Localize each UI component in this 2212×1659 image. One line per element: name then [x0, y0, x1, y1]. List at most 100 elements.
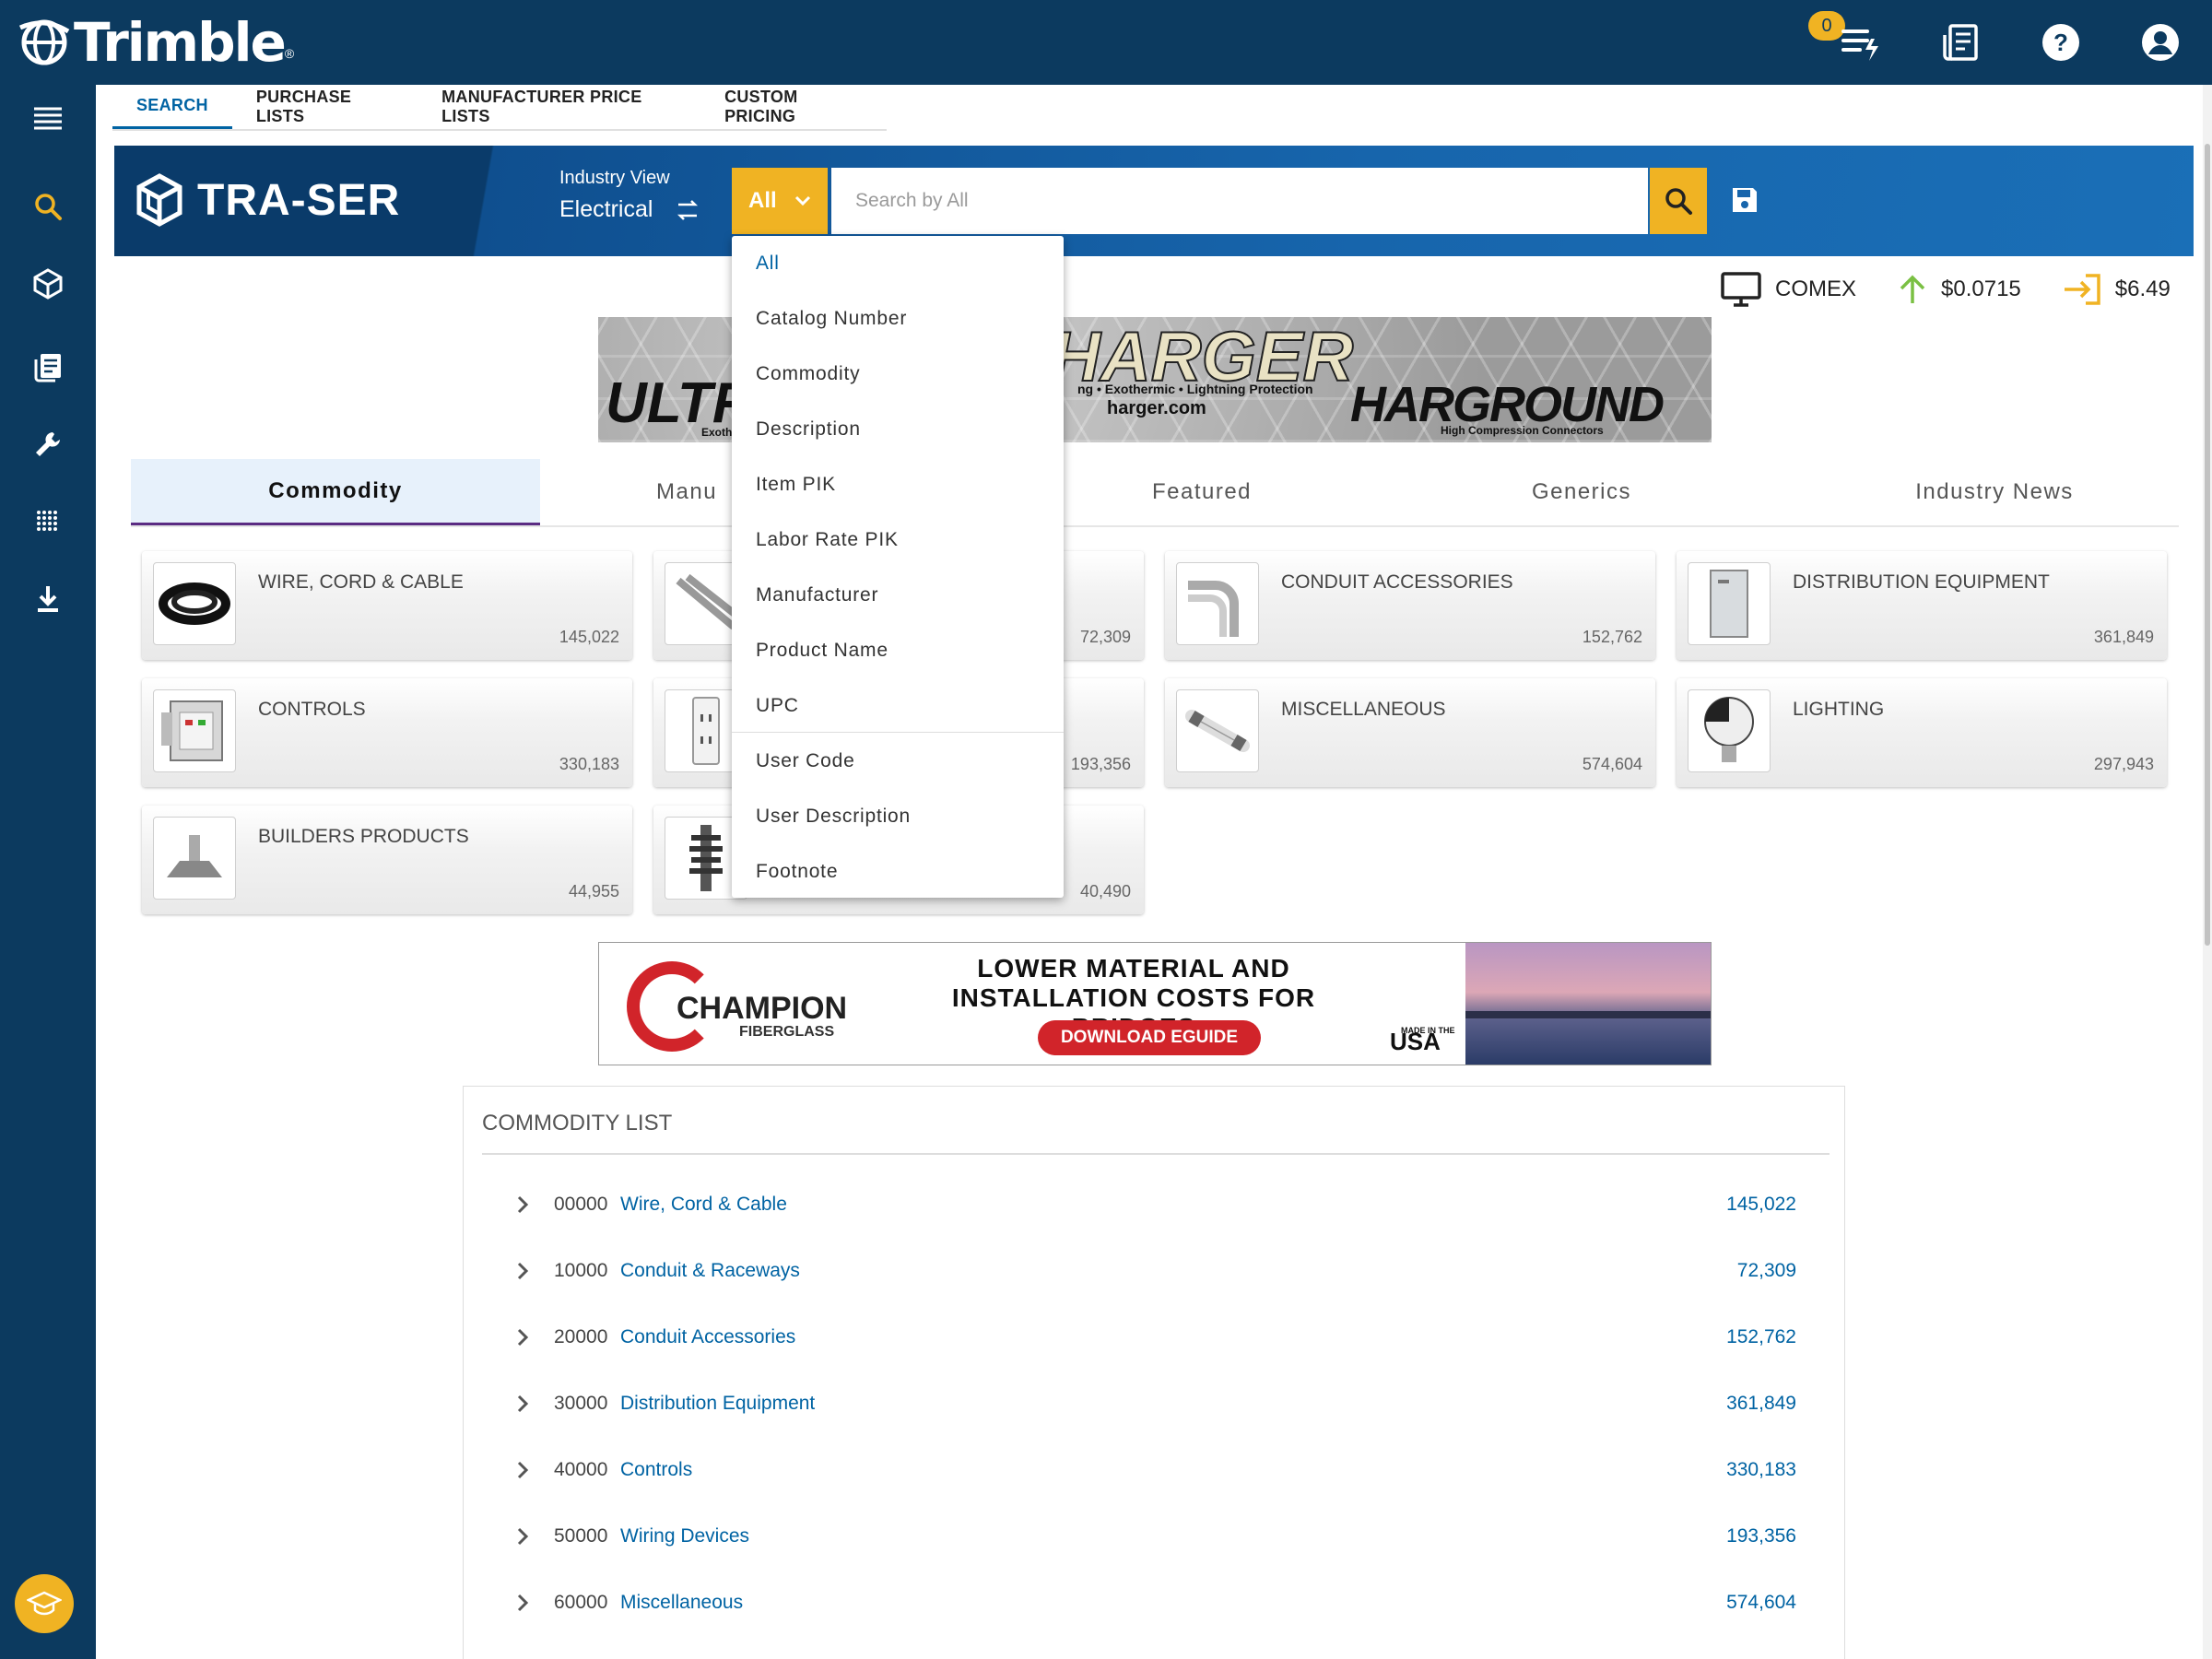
- commodity-card[interactable]: MISCELLANEOUS 574,604: [1165, 678, 1655, 787]
- dropdown-option-user-code[interactable]: User Code: [732, 734, 1064, 789]
- tra-ser-brand: TRA-SER: [197, 175, 401, 225]
- dropdown-option-user-description[interactable]: User Description: [732, 789, 1064, 844]
- list-item[interactable]: 20000 Conduit Accessories 152,762: [464, 1310, 1846, 1365]
- card-name: WIRE, CORD & CABLE: [258, 571, 464, 593]
- monitor-icon: [1721, 272, 1761, 307]
- tra-ser-logo: TRA-SER: [135, 173, 400, 227]
- commodity-link[interactable]: Controls: [620, 1459, 692, 1481]
- industry-view-value: Electrical: [559, 196, 653, 222]
- commodity-card[interactable]: LIGHTING 297,943: [1677, 678, 2167, 787]
- list-item[interactable]: 10000 Conduit & Raceways 72,309: [464, 1243, 1846, 1299]
- commodity-count[interactable]: 361,849: [1726, 1393, 1796, 1415]
- dropdown-option-catalog-number[interactable]: Catalog Number: [732, 291, 1064, 347]
- swap-icon[interactable]: [675, 198, 700, 222]
- dropdown-option-labor-rate-pik[interactable]: Labor Rate PIK: [732, 512, 1064, 568]
- catalog-icon[interactable]: [26, 345, 70, 389]
- ad-brand: CHAMPION: [677, 991, 848, 1026]
- commodity-link[interactable]: Distribution Equipment: [620, 1393, 815, 1415]
- search-scope-value: All: [748, 188, 777, 213]
- search-input[interactable]: [831, 168, 1648, 234]
- trimble-logo[interactable]: Trimble ®: [17, 11, 294, 74]
- fuse-icon: [1176, 689, 1259, 772]
- chevron-right-icon[interactable]: [512, 1194, 534, 1216]
- search-scope-select[interactable]: All: [732, 168, 828, 234]
- commodity-card[interactable]: WIRE, CORD & CABLE 145,022: [142, 551, 632, 660]
- usa-label: USA: [1390, 1028, 1441, 1055]
- dropdown-divider: [732, 732, 1064, 733]
- tab-generics[interactable]: Generics: [1443, 459, 1720, 525]
- menu-icon[interactable]: [26, 96, 70, 140]
- dropdown-option-commodity[interactable]: Commodity: [732, 347, 1064, 402]
- card-count: 44,955: [568, 882, 619, 900]
- commodity-card[interactable]: CONDUIT ACCESSORIES 152,762: [1165, 551, 1655, 660]
- search-icon[interactable]: [26, 184, 70, 229]
- commodity-link[interactable]: Conduit Accessories: [620, 1326, 795, 1348]
- wire-coil-icon: [153, 562, 236, 645]
- card-count: 145,022: [559, 628, 619, 646]
- chevron-right-icon[interactable]: [512, 1326, 534, 1348]
- dropdown-option-footnote[interactable]: Footnote: [732, 844, 1064, 900]
- list-item[interactable]: 50000 Wiring Devices 193,356: [464, 1509, 1846, 1564]
- ad-brand-sub: FIBERGLASS: [739, 1024, 835, 1040]
- dropdown-option-product-name[interactable]: Product Name: [732, 623, 1064, 678]
- chevron-right-icon[interactable]: [512, 1592, 534, 1614]
- commodity-code: 50000: [554, 1525, 608, 1547]
- chevron-right-icon[interactable]: [512, 1393, 534, 1415]
- commodity-card[interactable]: DISTRIBUTION EQUIPMENT 361,849: [1677, 551, 2167, 660]
- list-item[interactable]: 30000 Distribution Equipment 361,849: [464, 1376, 1846, 1431]
- commodity-link[interactable]: Wire, Cord & Cable: [620, 1194, 787, 1216]
- tab-commodity[interactable]: Commodity: [131, 459, 540, 525]
- dropdown-option-all[interactable]: All: [732, 236, 1064, 291]
- tab-search[interactable]: SEARCH: [112, 85, 232, 129]
- panel-cabinet-icon: [1688, 562, 1771, 645]
- tab-manufacturer-price-lists[interactable]: MANUFACTURER PRICE LISTS: [418, 85, 700, 129]
- commodity-code: 10000: [554, 1260, 608, 1281]
- account-icon[interactable]: [2135, 17, 2186, 68]
- commodity-link[interactable]: Conduit & Raceways: [620, 1260, 800, 1282]
- commodity-count[interactable]: 152,762: [1726, 1326, 1796, 1348]
- graduation-cap-icon[interactable]: [15, 1574, 74, 1633]
- commodity-link[interactable]: Miscellaneous: [620, 1592, 743, 1614]
- dropdown-option-description[interactable]: Description: [732, 402, 1064, 457]
- tab-industry-news[interactable]: Industry News: [1856, 459, 2133, 525]
- download-icon[interactable]: [26, 577, 70, 621]
- card-count: 152,762: [1582, 628, 1642, 646]
- champion-fiberglass-ad[interactable]: CHAMPION FIBERGLASS LOWER MATERIAL AND I…: [598, 942, 1712, 1065]
- download-eguide-button[interactable]: DOWNLOAD EGUIDE: [1038, 1020, 1261, 1055]
- list-item[interactable]: 00000 Wire, Cord & Cable 145,022: [464, 1177, 1846, 1232]
- tab-custom-pricing[interactable]: CUSTOM PRICING: [700, 85, 887, 129]
- news-icon[interactable]: [1936, 17, 1987, 68]
- industry-view[interactable]: Industry View Electrical: [559, 168, 700, 223]
- task-list-icon[interactable]: [1834, 17, 1886, 68]
- card-name: DISTRIBUTION EQUIPMENT: [1793, 571, 2050, 593]
- commodity-count[interactable]: 145,022: [1726, 1194, 1796, 1216]
- dots-grid-icon[interactable]: [26, 500, 70, 544]
- cube-icon[interactable]: [26, 262, 70, 306]
- dropdown-option-item-pik[interactable]: Item PIK: [732, 457, 1064, 512]
- commodity-list-title: COMMODITY LIST: [482, 1111, 673, 1135]
- commodity-count[interactable]: 574,604: [1726, 1592, 1796, 1614]
- list-item[interactable]: 60000 Miscellaneous 574,604: [464, 1575, 1846, 1630]
- card-name: CONDUIT ACCESSORIES: [1281, 571, 1513, 593]
- save-search-button[interactable]: [1724, 179, 1766, 221]
- search-button[interactable]: [1650, 168, 1707, 234]
- commodity-link[interactable]: Wiring Devices: [620, 1525, 749, 1547]
- chevron-right-icon[interactable]: [512, 1459, 534, 1481]
- chevron-right-icon[interactable]: [512, 1260, 534, 1282]
- commodity-card[interactable]: CONTROLS 330,183: [142, 678, 632, 787]
- commodity-count[interactable]: 72,309: [1737, 1260, 1796, 1282]
- dropdown-option-manufacturer[interactable]: Manufacturer: [732, 568, 1064, 623]
- tab-featured[interactable]: Featured: [1064, 459, 1340, 525]
- commodity-count[interactable]: 330,183: [1726, 1459, 1796, 1481]
- commodity-card[interactable]: BUILDERS PRODUCTS 44,955: [142, 806, 632, 914]
- tra-ser-cube-icon: [136, 173, 182, 227]
- top-bar: Trimble ® 0 ?: [0, 0, 2212, 85]
- list-item[interactable]: 40000 Controls 330,183: [464, 1442, 1846, 1498]
- tab-purchase-lists[interactable]: PURCHASE LISTS: [232, 85, 418, 129]
- wrench-icon[interactable]: [26, 422, 70, 466]
- help-icon[interactable]: ?: [2035, 17, 2087, 68]
- dropdown-option-upc[interactable]: UPC: [732, 678, 1064, 734]
- scrollbar-thumb[interactable]: [2205, 144, 2210, 946]
- commodity-count[interactable]: 193,356: [1726, 1525, 1796, 1547]
- chevron-right-icon[interactable]: [512, 1525, 534, 1547]
